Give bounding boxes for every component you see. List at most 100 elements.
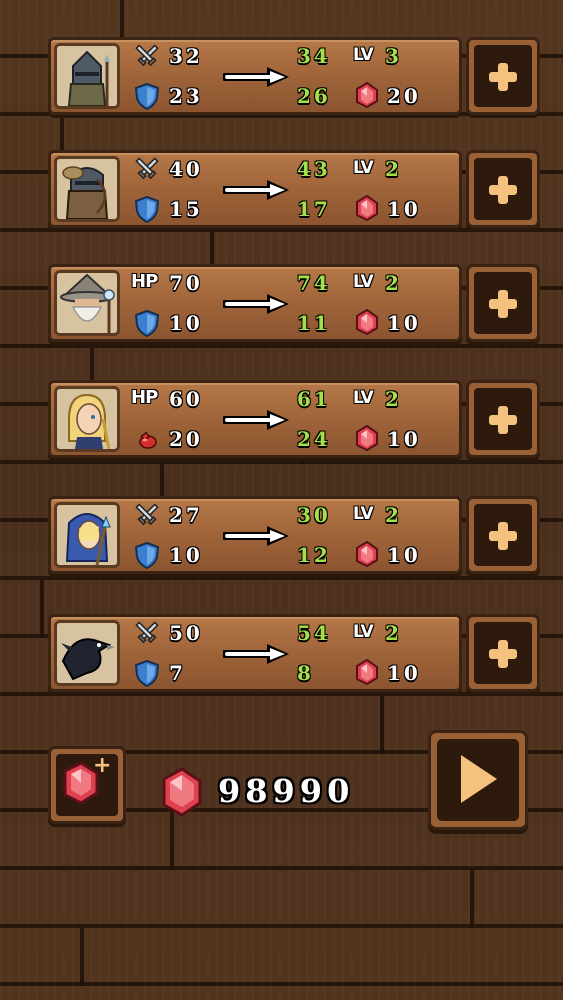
upgrade-cost: 10 <box>387 311 421 335</box>
level-value: 2 <box>385 157 402 181</box>
stat1-upgraded: 34 <box>297 44 331 68</box>
level-label: LV <box>353 45 374 65</box>
gem-icon <box>353 307 381 335</box>
plus-icon <box>474 388 532 450</box>
hero-stats-panel: 50 7 54 8 LV 2 10 <box>48 614 462 692</box>
stat2-upgraded: 8 <box>297 661 314 685</box>
hero-stats-panel: HP 70 10 74 11 LV 2 10 <box>48 264 462 342</box>
hp-label: HP <box>131 271 158 292</box>
stat2-current: 15 <box>169 197 203 221</box>
upgrade-plus-button[interactable] <box>466 150 540 228</box>
knight-portrait <box>54 43 120 109</box>
upgrade-arrow-icon <box>221 64 293 90</box>
defense-shield-icon <box>133 82 161 110</box>
level-value: 2 <box>385 387 402 411</box>
defense-shield-icon <box>133 541 161 569</box>
plus-icon <box>474 272 532 334</box>
stat1-current: 32 <box>169 44 203 68</box>
upgrade-cost: 10 <box>387 197 421 221</box>
healer-portrait <box>54 386 120 452</box>
upgrade-arrow-icon <box>221 291 293 317</box>
gem-icon <box>353 657 381 685</box>
crow-portrait <box>54 620 120 686</box>
stat2-current: 10 <box>169 543 203 567</box>
attack-swords-icon <box>133 501 161 529</box>
level-label: LV <box>353 388 374 408</box>
hero-row: 27 10 30 12 LV 2 10 <box>48 496 540 574</box>
gem-icon <box>353 80 381 108</box>
stat2-current: 10 <box>169 311 203 335</box>
wizard-portrait <box>54 270 120 336</box>
stat1-current: 40 <box>169 157 203 181</box>
stat1-current: 27 <box>169 503 203 527</box>
defense-shield-icon <box>133 195 161 223</box>
upgrade-cost: 20 <box>387 84 421 108</box>
buy-gems-button[interactable]: + <box>48 746 126 824</box>
stat1-current: 50 <box>169 621 203 645</box>
attack-swords-icon <box>133 155 161 183</box>
gem-icon <box>353 539 381 567</box>
upgrade-cost: 10 <box>387 427 421 451</box>
stat2-current: 7 <box>169 661 186 685</box>
gem-total-icon <box>162 767 202 817</box>
stat2-current: 20 <box>169 427 203 451</box>
hero-stats-panel: HP 60 20 61 24 LV 2 10 <box>48 380 462 458</box>
level-label: LV <box>353 504 374 524</box>
plus-icon <box>474 158 532 220</box>
stat1-upgraded: 61 <box>297 387 331 411</box>
hero-row: HP 70 10 74 11 LV 2 10 <box>48 264 540 342</box>
play-button[interactable] <box>428 730 528 830</box>
stat1-current: 60 <box>169 387 203 411</box>
level-value: 3 <box>385 44 402 68</box>
stat2-upgraded: 17 <box>297 197 331 221</box>
hero-row: HP 60 20 61 24 LV 2 10 <box>48 380 540 458</box>
archer-portrait <box>54 156 120 222</box>
mage-portrait <box>54 502 120 568</box>
stat2-upgraded: 24 <box>297 427 331 451</box>
hero-stats-panel: 40 15 43 17 LV 2 10 <box>48 150 462 228</box>
stat2-upgraded: 26 <box>297 84 331 108</box>
stat1-upgraded: 30 <box>297 503 331 527</box>
upgrade-cost: 10 <box>387 661 421 685</box>
stat1-upgraded: 74 <box>297 271 331 295</box>
upgrade-arrow-icon <box>221 523 293 549</box>
stat2-upgraded: 11 <box>297 311 331 335</box>
level-value: 2 <box>385 503 402 527</box>
level-label: LV <box>353 158 374 178</box>
defense-shield-icon <box>133 659 161 687</box>
upgrade-arrow-icon <box>221 177 293 203</box>
hero-stats-panel: 32 23 34 26 LV 3 20 <box>48 37 462 115</box>
upgrade-plus-button[interactable] <box>466 264 540 342</box>
upgrade-arrow-icon <box>221 641 293 667</box>
level-label: LV <box>353 622 374 642</box>
level-value: 2 <box>385 621 402 645</box>
hero-row: 50 7 54 8 LV 2 10 <box>48 614 540 692</box>
upgrade-plus-button[interactable] <box>466 614 540 692</box>
upgrade-plus-button[interactable] <box>466 496 540 574</box>
upgrade-plus-button[interactable] <box>466 37 540 115</box>
upgrade-cost: 10 <box>387 543 421 567</box>
upgrade-arrow-icon <box>221 407 293 433</box>
attack-swords-icon <box>133 619 161 647</box>
level-label: LV <box>353 272 374 292</box>
upgrade-plus-button[interactable] <box>466 380 540 458</box>
defense-shield-icon <box>133 309 161 337</box>
plus-icon <box>474 622 532 684</box>
gem-icon <box>353 423 381 451</box>
play-icon <box>461 755 497 803</box>
hero-stats-panel: 27 10 30 12 LV 2 10 <box>48 496 462 574</box>
stat1-upgraded: 54 <box>297 621 331 645</box>
hero-row: 32 23 34 26 LV 3 20 <box>48 37 540 115</box>
plus-icon <box>474 504 532 566</box>
level-value: 2 <box>385 271 402 295</box>
stat2-current: 23 <box>169 84 203 108</box>
gem-total-value: 98990 <box>218 772 355 810</box>
attack-swords-icon <box>133 42 161 70</box>
potion-icon <box>133 425 161 453</box>
hp-label: HP <box>131 387 158 408</box>
stat2-upgraded: 12 <box>297 543 331 567</box>
plus-icon <box>474 45 532 107</box>
hero-row: 40 15 43 17 LV 2 10 <box>48 150 540 228</box>
gem-icon <box>353 193 381 221</box>
stat1-upgraded: 43 <box>297 157 331 181</box>
